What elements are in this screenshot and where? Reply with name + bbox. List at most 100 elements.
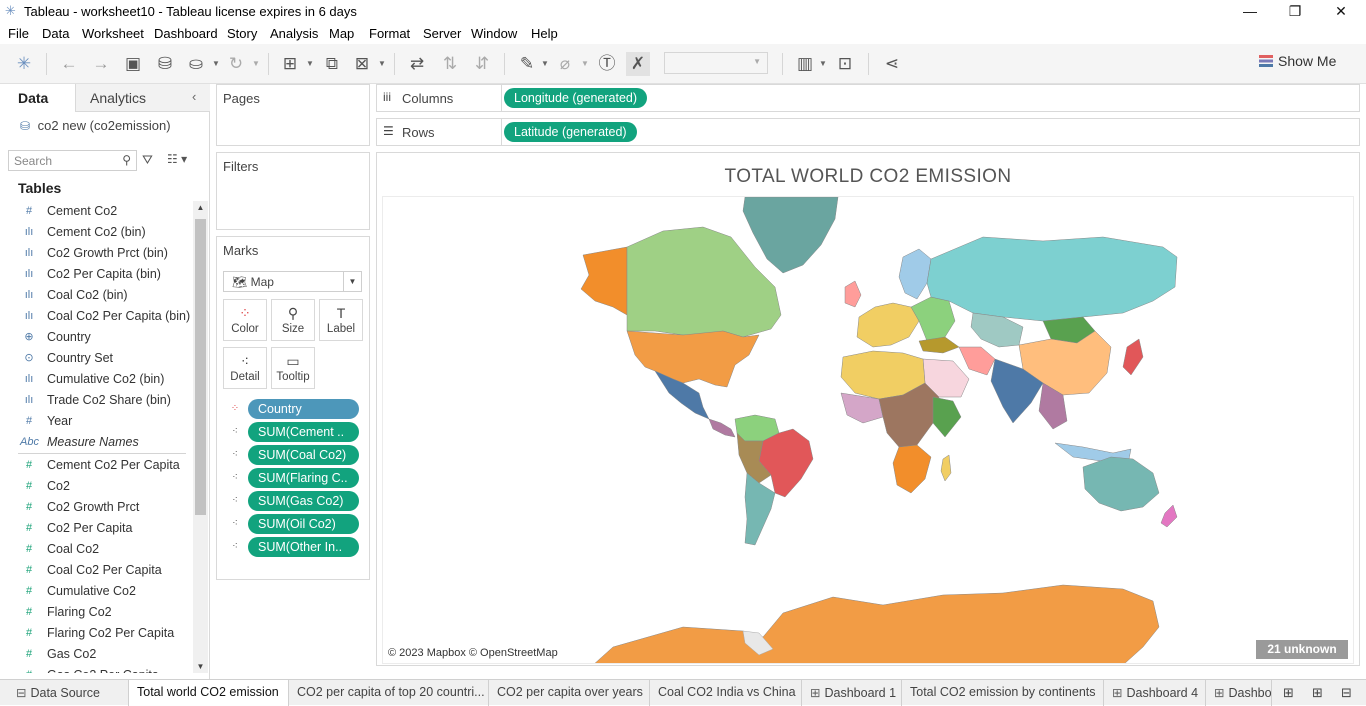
map-region-antarctica[interactable]: [593, 584, 1160, 664]
highlight-icon[interactable]: ✎: [515, 52, 539, 76]
menu-dashboard[interactable]: Dashboard: [154, 26, 218, 41]
chevron-down-icon[interactable]: ▼: [212, 52, 220, 76]
sheet-tab[interactable]: Total CO2 emission by continents: [902, 680, 1104, 706]
redo-icon[interactable]: →: [89, 52, 113, 76]
sheet-tab[interactable]: Total world CO2 emission: [129, 680, 289, 706]
fit-dropdown[interactable]: ▼: [664, 52, 768, 74]
field-item[interactable]: # Year: [0, 411, 192, 432]
menu-story[interactable]: Story: [227, 26, 257, 41]
longitude-pill[interactable]: Longitude (generated): [504, 88, 648, 108]
field-item[interactable]: ⊙ Country Set: [0, 348, 192, 369]
show-mark-labels-icon[interactable]: Ⓣ: [595, 52, 619, 76]
field-item[interactable]: # Co2 Growth Prct: [0, 497, 192, 518]
field-item[interactable]: ⊕ Country: [0, 327, 192, 348]
map-region-canada[interactable]: [626, 226, 782, 338]
close-button[interactable]: ✕: [1318, 0, 1364, 24]
show-me-button[interactable]: Show Me: [1259, 53, 1349, 73]
filter-fields-icon[interactable]: ⛛: [142, 152, 153, 168]
menu-file[interactable]: File: [8, 26, 29, 41]
mark-type-dropdown[interactable]: 🗺 Map ▼: [223, 271, 362, 292]
field-item[interactable]: ılı Cement Co2 (bin): [0, 222, 192, 243]
new-worksheet-tab-icon[interactable]: ⊞: [1283, 685, 1294, 701]
chevron-down-icon[interactable]: ▼: [541, 52, 549, 76]
map-region-new-zealand[interactable]: [1160, 504, 1178, 528]
map-region-argentina-chile[interactable]: [744, 472, 776, 546]
search-input[interactable]: Search ⚲: [8, 150, 137, 171]
field-item[interactable]: # Coal Co2: [0, 539, 192, 560]
field-item[interactable]: # Cement Co2 Per Capita: [0, 455, 192, 476]
tab-analytics[interactable]: Analytics: [76, 84, 210, 112]
field-item[interactable]: # Cumulative Co2: [0, 581, 192, 602]
field-item[interactable]: ılı Cumulative Co2 (bin): [0, 369, 192, 390]
marks-pill[interactable]: SUM(Gas Co2): [248, 491, 359, 511]
share-icon[interactable]: ⋖: [880, 52, 904, 76]
chevron-down-icon[interactable]: ▼: [378, 52, 386, 76]
sheet-tab[interactable]: ⊞ Dashboard 1: [802, 680, 902, 706]
clear-sheet-icon[interactable]: ⊠: [350, 52, 374, 76]
map-region-central-america[interactable]: [708, 418, 736, 438]
sheet-tab[interactable]: Coal CO2 India vs China: [650, 680, 802, 706]
map-region-usa[interactable]: [626, 330, 760, 388]
tableau-logo-icon[interactable]: ✳: [12, 52, 36, 76]
field-item[interactable]: ılı Coal Co2 Per Capita (bin): [0, 306, 192, 327]
field-item[interactable]: # Co2: [0, 476, 192, 497]
sheet-tab[interactable]: CO2 per capita of top 20 countri...: [289, 680, 489, 706]
new-dashboard-tab-icon[interactable]: ⊞: [1312, 685, 1323, 701]
field-item[interactable]: Abc Measure Names: [0, 432, 192, 453]
map-region-madagascar[interactable]: [940, 454, 952, 482]
new-data-source-icon[interactable]: ⛁: [153, 52, 177, 76]
filters-card[interactable]: Filters: [216, 152, 370, 230]
marks-pill[interactable]: Country: [248, 399, 359, 419]
marks-pill[interactable]: SUM(Cement ..: [248, 422, 359, 442]
map-region-turkey[interactable]: [918, 336, 960, 354]
menu-format[interactable]: Format: [369, 26, 410, 41]
label-button[interactable]: T Label: [319, 299, 363, 341]
undo-icon[interactable]: ←: [57, 52, 81, 76]
presentation-mode-icon[interactable]: ⊡: [833, 52, 857, 76]
field-item[interactable]: # Coal Co2 Per Capita: [0, 560, 192, 581]
tooltip-button[interactable]: ▭ Tooltip: [271, 347, 315, 389]
map-region-russia[interactable]: [926, 236, 1178, 322]
latitude-pill[interactable]: Latitude (generated): [504, 122, 637, 142]
chevron-down-icon[interactable]: ▼: [819, 52, 827, 76]
unknown-indicator[interactable]: 21 unknown: [1256, 640, 1348, 659]
map-region-scandinavia[interactable]: [898, 248, 932, 300]
field-item[interactable]: # Gas Co2 Per Capita: [0, 665, 192, 673]
marks-pill[interactable]: SUM(Other In..: [248, 537, 359, 557]
field-item[interactable]: ılı Trade Co2 Share (bin): [0, 390, 192, 411]
map-region-east-africa[interactable]: [932, 396, 962, 438]
map-region-iran[interactable]: [958, 346, 996, 376]
scroll-up-icon[interactable]: ▲: [195, 203, 206, 212]
scroll-down-icon[interactable]: ▼: [195, 662, 206, 671]
chevron-down-icon[interactable]: ▼: [306, 52, 314, 76]
sort-ascending-icon[interactable]: ⇅: [438, 52, 462, 76]
size-button[interactable]: ⚲ Size: [271, 299, 315, 341]
world-map[interactable]: [382, 196, 1354, 664]
field-item[interactable]: # Gas Co2: [0, 644, 192, 665]
data-source-item[interactable]: ⛁ co2 new (co2emission): [20, 118, 171, 133]
map-region-southern-africa[interactable]: [892, 444, 932, 494]
sort-descending-icon[interactable]: ⇵: [470, 52, 494, 76]
marks-pill[interactable]: SUM(Flaring C..: [248, 468, 359, 488]
map-region-western-europe[interactable]: [856, 302, 920, 348]
detail-button[interactable]: ⁖ Detail: [223, 347, 267, 389]
restore-button[interactable]: ❐: [1272, 0, 1318, 24]
sheet-tab[interactable]: ⊞ Dashbo: [1206, 680, 1272, 706]
save-icon[interactable]: ▣: [121, 52, 145, 76]
field-item[interactable]: # Co2 Per Capita: [0, 518, 192, 539]
scrollbar-thumb[interactable]: [195, 219, 206, 515]
menu-data[interactable]: Data: [42, 26, 69, 41]
fix-axes-icon[interactable]: ✗: [626, 52, 650, 76]
menu-map[interactable]: Map: [329, 26, 354, 41]
sheet-tab[interactable]: ⊟ Data Source: [8, 680, 129, 706]
menu-server[interactable]: Server: [423, 26, 461, 41]
map-region-uk[interactable]: [844, 280, 862, 308]
menu-window[interactable]: Window: [471, 26, 517, 41]
map-attribution[interactable]: © 2023 Mapbox © OpenStreetMap: [388, 647, 558, 659]
chevron-down-icon[interactable]: ▼: [252, 52, 260, 76]
show-cards-icon[interactable]: ▥: [793, 52, 817, 76]
minimize-button[interactable]: —: [1227, 0, 1273, 24]
view-options-icon[interactable]: ☷ ▾: [167, 152, 187, 166]
field-list-scrollbar[interactable]: ▲ ▼: [193, 201, 208, 673]
pause-auto-updates-icon[interactable]: ⛀: [184, 52, 208, 76]
